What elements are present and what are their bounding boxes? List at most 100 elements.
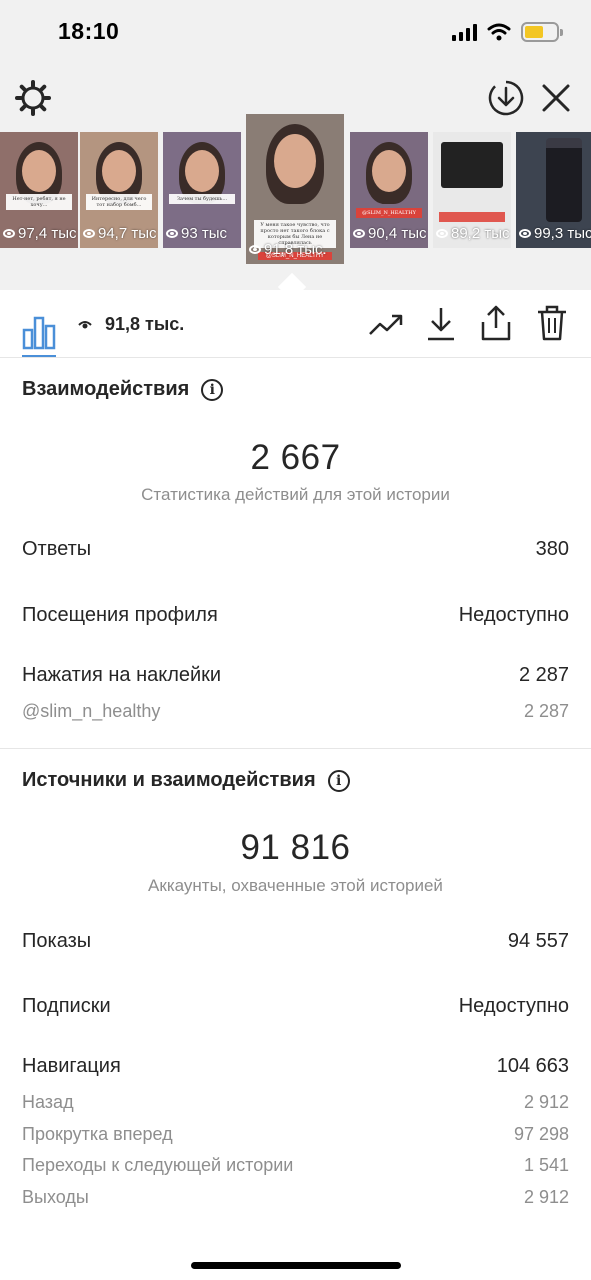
stories-strip: Нет-нет, ребят, я не хочу... 97,4 тыс Инте… <box>0 114 591 266</box>
home-indicator[interactable] <box>191 1262 401 1269</box>
info-icon[interactable]: i <box>201 378 224 401</box>
close-icon[interactable] <box>539 81 573 115</box>
stat-value: 2 287 <box>518 664 569 686</box>
stat-value: 380 <box>535 538 569 560</box>
stat-label: Навигация <box>22 1055 121 1077</box>
stat-row-sticker-taps[interactable]: Нажатия на наклейки 2 287 <box>22 664 569 687</box>
section-divider <box>0 748 591 749</box>
story-views: 97,4 тыс <box>0 225 78 242</box>
stat-subrow-exits[interactable]: Выходы 2 912 <box>22 1187 569 1208</box>
story-views: 89,2 тыс <box>433 225 511 242</box>
story-product-image <box>546 138 582 222</box>
stat-row-replies[interactable]: Ответы 380 <box>22 538 569 561</box>
interactions-title-text: Взаимодействия <box>22 378 190 400</box>
story-views: 99,3 тыс <box>516 225 591 242</box>
discovery-caption: Аккаунты, охваченные этой историей <box>148 876 443 895</box>
story-thumbnail[interactable]: 99,3 тыс <box>516 132 591 248</box>
stat-value: 2 287 <box>523 701 569 721</box>
eye-icon <box>353 229 365 238</box>
story-thumbnail[interactable]: Зачем ты будешь... 93 тыс <box>163 132 241 248</box>
story-views: 90,4 тыс <box>350 225 428 242</box>
story-views-count: 93 тыс <box>181 225 228 242</box>
story-views-count: 99,3 тыс <box>534 225 591 242</box>
story-card-image <box>441 142 503 188</box>
stat-subrow-forward[interactable]: Прокрутка вперед 97 298 <box>22 1124 569 1145</box>
views-count: 91,8 тыс. <box>105 314 185 334</box>
stat-value: 2 912 <box>523 1187 569 1207</box>
eye-icon <box>519 229 531 238</box>
bar-chart-icon[interactable] <box>22 308 56 358</box>
share-icon[interactable] <box>480 304 512 342</box>
stat-label: Выходы <box>22 1187 89 1207</box>
stat-row-follows[interactable]: Подписки Недоступно <box>22 995 569 1018</box>
discovery-total: 91 816 <box>240 828 351 867</box>
story-thumbnail[interactable]: У меня такое чувство, что просто нет так… <box>246 114 344 264</box>
info-icon[interactable]: i <box>327 769 350 792</box>
story-views: 91,8 тыс. <box>246 241 344 258</box>
signal-icon <box>452 23 477 41</box>
wifi-icon <box>487 23 511 41</box>
eye-icon <box>78 321 92 329</box>
stat-label: Прокрутка вперед <box>22 1124 173 1144</box>
stories-header: 18:10 Нет-нет, ребят, я не хочу... 97,4 … <box>0 0 591 290</box>
story-views-count: 90,4 тыс <box>368 225 427 242</box>
story-person <box>22 150 56 192</box>
story-thumbnail[interactable]: Нет-нет, ребят, я не хочу... 97,4 тыс <box>0 132 78 248</box>
story-views: 94,7 тыс <box>80 225 158 242</box>
story-views-count: 97,4 тыс <box>18 225 77 242</box>
stat-value: 97 298 <box>513 1124 569 1144</box>
story-text-overlay: Зачем ты будешь... <box>169 194 235 204</box>
stat-subrow-mention[interactable]: @slim_n_healthy 2 287 <box>22 701 569 722</box>
stat-label: Подписки <box>22 995 111 1017</box>
battery-icon <box>521 22 563 42</box>
story-person <box>372 150 406 192</box>
story-views-count: 89,2 тыс <box>451 225 510 242</box>
download-icon[interactable] <box>426 306 456 342</box>
stat-subrow-back[interactable]: Назад 2 912 <box>22 1092 569 1113</box>
stat-value: Недоступно <box>458 604 569 626</box>
stat-value: 104 663 <box>496 1055 569 1077</box>
trash-icon[interactable] <box>537 304 567 342</box>
story-thumbnail[interactable]: Интересно, для чего тот набор бомб... 94,… <box>80 132 158 248</box>
story-text-overlay: Интересно, для чего тот набор бомб... <box>86 194 152 210</box>
action-bar: 91,8 тыс. <box>0 290 591 358</box>
interactions-caption: Статистика действий для этой истории <box>141 485 450 504</box>
story-person <box>185 150 219 192</box>
stat-label: Нажатия на наклейки <box>22 664 222 686</box>
stat-row-impressions[interactable]: Показы 94 557 <box>22 930 569 953</box>
stat-value: 94 557 <box>507 930 569 952</box>
interactions-total: 2 667 <box>250 438 341 477</box>
story-views-count: 94,7 тыс <box>98 225 157 242</box>
trend-icon[interactable] <box>368 310 404 340</box>
story-text-overlay: Нет-нет, ребят, я не хочу... <box>6 194 72 210</box>
story-person <box>102 150 136 192</box>
stat-row-navigation[interactable]: Навигация 104 663 <box>22 1055 569 1078</box>
eye-icon <box>436 229 448 238</box>
eye-icon <box>249 245 261 254</box>
stat-label: Ответы <box>22 538 92 560</box>
stat-row-profile-visits[interactable]: Посещения профиля Недоступно <box>22 604 569 627</box>
stat-label: Назад <box>22 1092 74 1112</box>
stat-value: 2 912 <box>523 1092 569 1112</box>
eye-icon <box>83 229 95 238</box>
stat-label: @slim_n_healthy <box>22 701 161 721</box>
gear-icon[interactable] <box>14 79 52 117</box>
status-time: 18:10 <box>58 18 120 44</box>
interactions-title: Взаимодействия i <box>22 378 224 401</box>
stat-label: Переходы к следующей истории <box>22 1155 294 1175</box>
story-caption <box>439 212 505 222</box>
status-bar: 18:10 <box>0 0 591 66</box>
story-thumbnail[interactable]: @SLIM_N_HEALTHY 90,4 тыс <box>350 132 428 248</box>
tab-underline <box>22 355 56 357</box>
stat-value: Недоступно <box>458 995 569 1017</box>
story-thumbnail[interactable]: 89,2 тыс <box>433 132 511 248</box>
stat-label: Посещения профиля <box>22 604 218 626</box>
eye-icon <box>166 229 178 238</box>
story-text-overlay: @SLIM_N_HEALTHY <box>356 208 422 218</box>
story-views-count: 91,8 тыс. <box>264 241 327 258</box>
discovery-title: Источники и взаимодействия i <box>22 769 350 792</box>
stat-subrow-next-story[interactable]: Переходы к следующей истории 1 541 <box>22 1155 569 1176</box>
story-person <box>274 134 316 188</box>
download-circle-icon[interactable] <box>487 79 525 117</box>
story-views: 93 тыс <box>163 225 241 242</box>
